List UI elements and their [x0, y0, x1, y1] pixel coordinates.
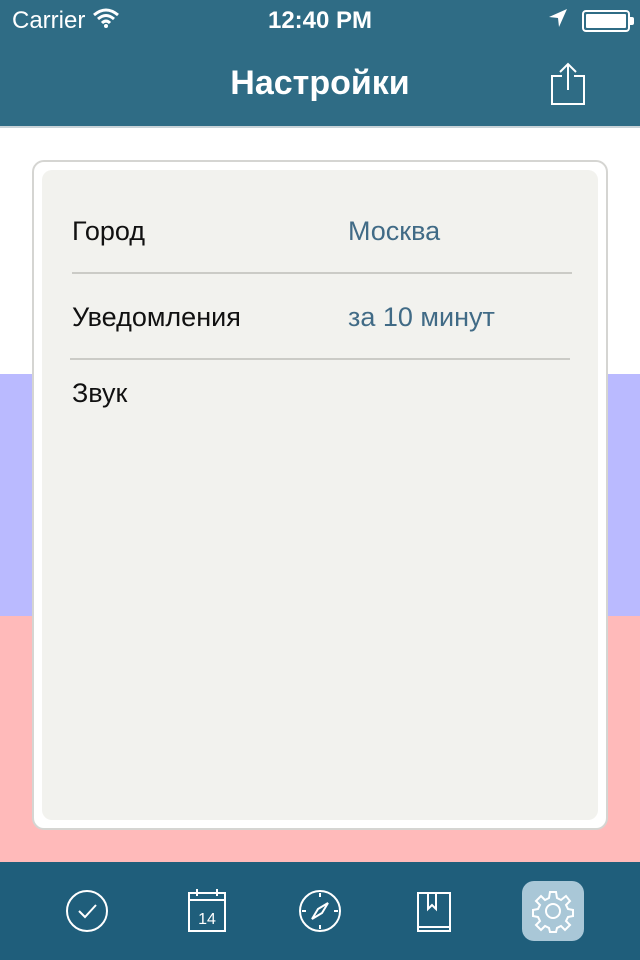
book-icon: [417, 892, 451, 932]
calendar-day-number: 14: [198, 911, 216, 928]
location-arrow-icon: [548, 8, 568, 33]
gear-icon: [532, 891, 574, 933]
navigation-bar: Настройки: [0, 40, 640, 128]
tab-book[interactable]: [403, 880, 465, 942]
tab-bar: 14: [0, 862, 640, 960]
notifications-label: Уведомления: [72, 302, 241, 332]
status-right: [548, 8, 634, 33]
status-bar: Carrier 12:40 PM: [0, 0, 640, 40]
city-value: Москва: [348, 216, 441, 246]
battery-icon: [582, 9, 634, 32]
share-icon: [551, 62, 585, 105]
page-title: Настройки: [230, 64, 410, 102]
tab-compass[interactable]: [289, 880, 351, 942]
tab-tasks[interactable]: [56, 880, 118, 942]
settings-row-sound[interactable]: Звук: [72, 350, 572, 436]
settings-row-notifications[interactable]: Уведомления за 10 минут: [70, 274, 570, 360]
sound-label: Звук: [72, 378, 128, 408]
compass-icon: [299, 890, 341, 932]
checkmark-circle-icon: [66, 890, 108, 932]
tab-settings[interactable]: [522, 881, 584, 941]
share-button[interactable]: [550, 62, 586, 106]
tab-calendar[interactable]: 14: [176, 880, 238, 942]
settings-row-city[interactable]: Город Москва: [72, 188, 572, 274]
status-time: 12:40 PM: [267, 7, 373, 34]
calendar-icon: 14: [188, 889, 226, 932]
notifications-value: за 10 минут: [348, 302, 495, 332]
settings-card-body: Город Москва Уведомления за 10 минут Зву…: [42, 170, 598, 820]
city-label: Город: [72, 216, 146, 246]
settings-card: Город Москва Уведомления за 10 минут Зву…: [32, 160, 608, 830]
